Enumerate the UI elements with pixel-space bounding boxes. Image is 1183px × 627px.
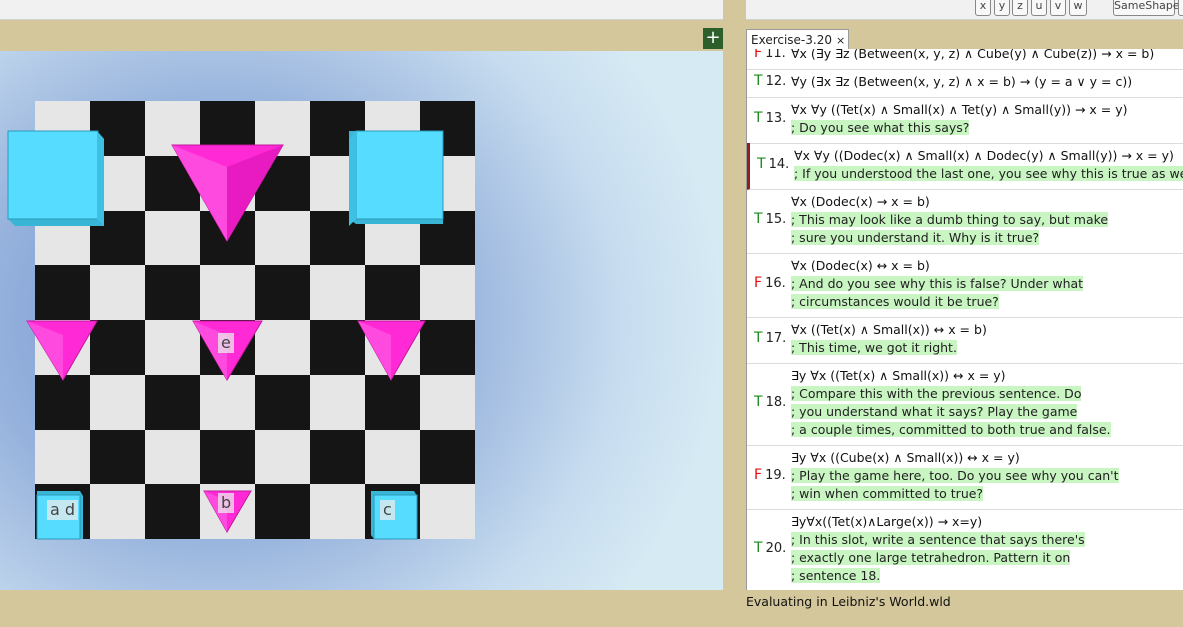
var-v-button[interactable]: v: [1050, 0, 1066, 16]
sentence-formula[interactable]: ∀y (∃x ∃z (Between(x, y, z) ∧ x = b) → (…: [791, 74, 1132, 89]
close-icon[interactable]: ×: [836, 34, 845, 47]
label-b: b: [218, 493, 235, 513]
large-tetrahedron[interactable]: [171, 144, 284, 242]
comment-line: ; sure you understand it. Why is it true…: [791, 230, 1040, 245]
large-cube-left[interactable]: [7, 130, 104, 226]
medium-tetrahedron-right[interactable]: [357, 320, 426, 382]
status-text: Evaluating in Leibniz's World.wld: [746, 594, 951, 609]
var-w-button[interactable]: w: [1069, 0, 1087, 16]
sentence-row[interactable]: F 16. ∀x (Dodec(x) ↔ x = b) ; And do you se…: [747, 253, 1183, 318]
sentence-comment: ; This may look like a dumb thing to say…: [791, 212, 1109, 227]
sentence-number: 16.: [765, 276, 786, 291]
truth-value: T 15.: [754, 211, 787, 227]
var-z-button[interactable]: z: [1012, 0, 1028, 16]
comment-line: ; sentence 18.: [791, 568, 881, 583]
sentence-row[interactable]: F 11. ∀x (∃y ∃z (Between(x, y, z) ∧ Cube(y…: [747, 49, 1183, 70]
sentence-row[interactable]: T 17. ∀x ((Tet(x) ∧ Small(x)) ↔ x = b) ; Th…: [747, 317, 1183, 364]
sentence-number: 15.: [765, 212, 787, 227]
sentence-number: 12.: [765, 74, 787, 89]
sentence-row[interactable]: F 19. ∃y ∀x ((Cube(x) ∧ Small(x)) ↔ x = y)…: [747, 445, 1183, 510]
truth-value: T 20.: [754, 540, 787, 556]
comment-line: ; you understand what it says? Play the …: [791, 404, 1078, 419]
truth-value: F 11.: [754, 49, 786, 61]
truth-value: T 12.: [754, 73, 787, 89]
sentence-comment: ; win when committed to true?: [791, 486, 984, 501]
sentence-formula[interactable]: ∀x (Dodec(x) ↔ x = b): [791, 258, 930, 273]
label-c: c: [380, 500, 395, 520]
sentence-formula[interactable]: ∃y∀x((Tet(x)∧Large(x)) → x=y): [791, 514, 982, 529]
tab-exercise[interactable]: Exercise-3.20 ×: [746, 29, 850, 50]
sentence-row[interactable]: T 15. ∀x (Dodec(x) → x = b) ; This may look…: [747, 189, 1183, 254]
sentence-number: 13.: [765, 111, 787, 126]
comment-line: ; This may look like a dumb thing to say…: [791, 212, 1109, 227]
sentence-formula[interactable]: ∃y ∀x ((Cube(x) ∧ Small(x)) ↔ x = y): [791, 450, 1020, 465]
comment-line: ; This time, we got it right.: [791, 340, 957, 355]
sentence-comment: ; circumstances would it be true?: [791, 294, 999, 309]
sentence-comment: ; Play the game here, too. Do you see wh…: [791, 468, 1119, 483]
sentence-toolbar: x y z u v w SameShape: [746, 0, 1183, 20]
sentence-formula[interactable]: ∀x (Dodec(x) → x = b): [791, 194, 930, 209]
truth-value: T 17.: [754, 330, 787, 346]
sentence-comment: ; If you understood the last one, you se…: [794, 166, 1183, 181]
add-object-button[interactable]: +: [703, 28, 723, 49]
comment-line: ; a couple times, committed to both true…: [791, 422, 1111, 437]
comment-line: ; And do you see why this is false? Unde…: [791, 276, 1084, 291]
sentence-comment: ; And do you see why this is false? Unde…: [791, 276, 1084, 291]
sentence-number: 17.: [765, 331, 787, 346]
truth-value: F 16.: [754, 275, 786, 291]
world-objects: [7, 130, 444, 540]
truth-value: T 13.: [754, 110, 787, 126]
comment-line: ; Play the game here, too. Do you see wh…: [791, 468, 1119, 483]
sentence-number: 18.: [765, 395, 787, 410]
comment-line: ; Do you see what this says?: [791, 120, 970, 135]
sentence-row[interactable]: T 14. ∀x ∀y ((Dodec(x) ∧ Small(x) ∧ Dodec(…: [747, 143, 1183, 190]
large-cube-right[interactable]: [349, 130, 444, 226]
var-y-button[interactable]: y: [994, 0, 1010, 16]
sentence-row[interactable]: T 13. ∀x ∀y ((Tet(x) ∧ Small(x) ∧ Tet(y) ∧…: [747, 97, 1183, 144]
truth-value: T 18.: [754, 394, 787, 410]
truth-value: T 14.: [757, 156, 790, 172]
sentence-comment: ; sure you understand it. Why is it true…: [791, 230, 1040, 245]
comment-line: ; exactly one large tetrahedron. Pattern…: [791, 550, 1071, 565]
medium-tetrahedron-left[interactable]: [26, 320, 98, 381]
comment-line: ; If you understood the last one, you se…: [794, 166, 1183, 181]
sentence-row[interactable]: T 18. ∃y ∀x ((Tet(x) ∧ Small(x)) ↔ x = y);…: [747, 363, 1183, 446]
comment-line: ; In this slot, write a sentence that sa…: [791, 532, 1085, 547]
sentence-formula[interactable]: ∀x ∀y ((Dodec(x) ∧ Small(x) ∧ Dodec(y) ∧…: [794, 148, 1174, 163]
sentence-comment: ; you understand what it says? Play the …: [791, 404, 1078, 419]
sentence-number: 20.: [765, 541, 787, 556]
sentence-number: 19.: [765, 468, 786, 483]
sentence-row[interactable]: T 20. ∃y∀x((Tet(x)∧Large(x)) → x=y) ; In th…: [747, 509, 1183, 590]
sentence-comment: ; In this slot, write a sentence that sa…: [791, 532, 1085, 547]
var-u-button[interactable]: u: [1031, 0, 1047, 16]
same-shape-button[interactable]: SameShape: [1113, 0, 1180, 16]
sentence-comment: ; exactly one large tetrahedron. Pattern…: [791, 550, 1071, 565]
sentence-number: 11.: [765, 49, 786, 61]
comment-line: ; circumstances would it be true?: [791, 294, 999, 309]
sentence-comment: ; This time, we got it right.: [791, 340, 957, 355]
sentence-number: 14.: [768, 157, 790, 172]
next-toolbar-button[interactable]: [1178, 0, 1183, 16]
sentence-list[interactable]: F 11. ∀x (∃y ∃z (Between(x, y, z) ∧ Cube(y…: [746, 49, 1183, 590]
sentence-comment: ; sentence 18.: [791, 568, 881, 583]
sentence-formula[interactable]: ∀x ∀y ((Tet(x) ∧ Small(x) ∧ Tet(y) ∧ Sma…: [791, 102, 1128, 117]
sentence-comment: ; Do you see what this says?: [791, 120, 970, 135]
var-x-button[interactable]: x: [975, 0, 991, 16]
sentence-comment: ; Compare this with the previous sentenc…: [791, 386, 1082, 401]
comment-line: ; win when committed to true?: [791, 486, 984, 501]
sentence-formula[interactable]: ∀x ((Tet(x) ∧ Small(x)) ↔ x = b): [791, 322, 987, 337]
comment-line: ; Compare this with the previous sentenc…: [791, 386, 1082, 401]
sentence-comment: ; a couple times, committed to both true…: [791, 422, 1111, 437]
sentence-row[interactable]: T 12. ∀y (∃x ∃z (Between(x, y, z) ∧ x = b)…: [747, 69, 1183, 98]
label-a-d: a d: [47, 500, 79, 520]
truth-value: F 19.: [754, 467, 786, 483]
sentence-formula[interactable]: ∃y ∀x ((Tet(x) ∧ Small(x)) ↔ x = y): [791, 368, 1006, 383]
tab-title: Exercise-3.20: [751, 33, 832, 47]
world-toolbar: [0, 0, 723, 20]
sentence-formula[interactable]: ∀x (∃y ∃z (Between(x, y, z) ∧ Cube(y) ∧ …: [791, 49, 1154, 61]
label-e: e: [218, 333, 234, 353]
